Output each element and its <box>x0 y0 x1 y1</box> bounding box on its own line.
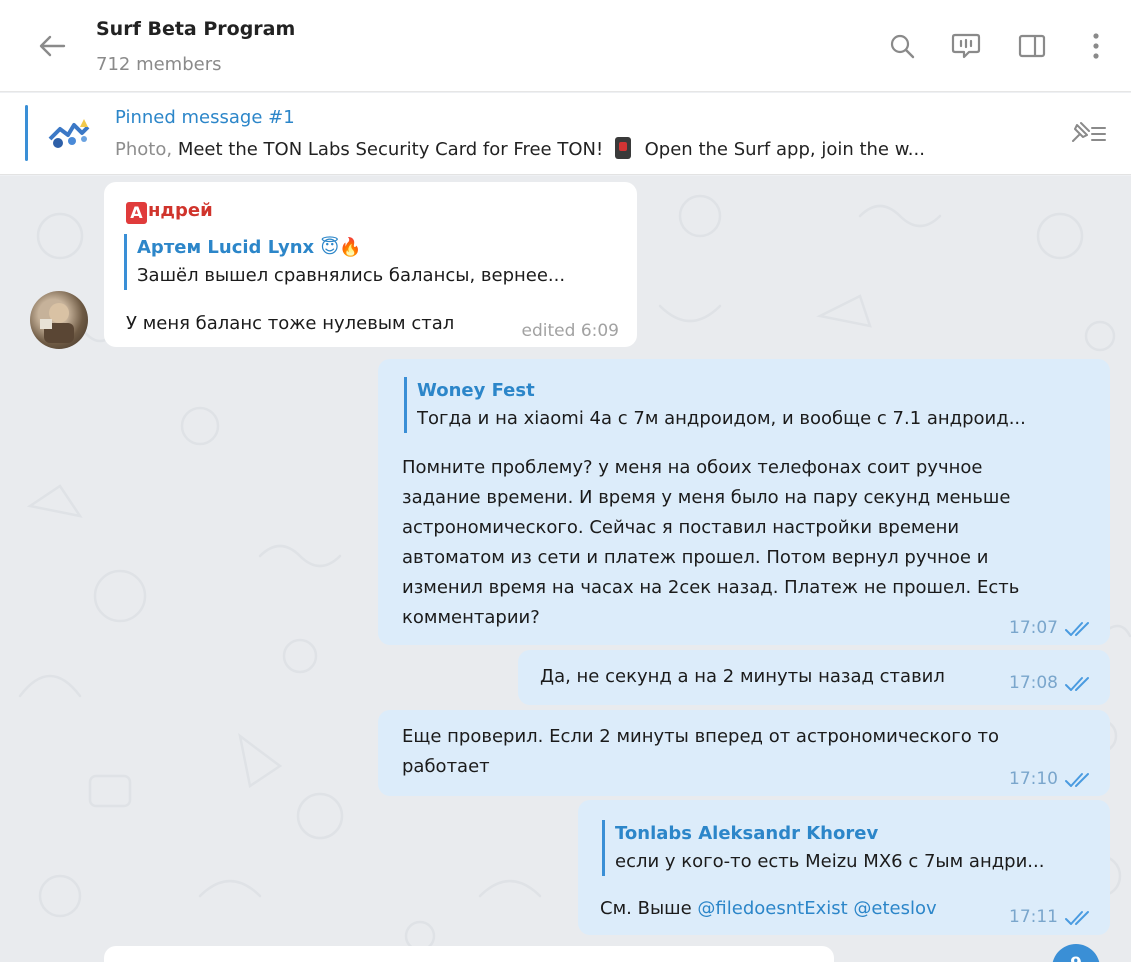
chat-title[interactable]: Surf Beta Program <box>96 18 295 40</box>
message-time: 17:11 <box>1009 907 1058 927</box>
incoming-message[interactable]: Андрей Артем Lucid Lynx 😇🔥 Зашёл вышел с… <box>104 182 637 347</box>
reply-author: Woney Fest <box>417 380 535 401</box>
telegram-window: Surf Beta Program 712 members Pinned mes… <box>0 0 1131 962</box>
pinned-accent-bar <box>25 105 28 161</box>
sidebar-toggle-button[interactable] <box>1014 28 1050 64</box>
more-button[interactable] <box>1078 28 1114 64</box>
chat-header: Surf Beta Program 712 members <box>0 0 1131 92</box>
reply-text: Зашёл вышел сравнялись балансы, вернее..… <box>137 265 566 286</box>
pinned-text-before: Meet the TON Labs Security Card for Free… <box>177 139 604 160</box>
pinned-text-after: Open the Surf app, join the w... <box>644 139 925 160</box>
message-meta: edited 6:09 <box>521 321 619 341</box>
reply-text: Тогда и на xiaomi 4a c 7м андроидом, и в… <box>417 408 1026 429</box>
outgoing-message[interactable]: Да, не секунд а на 2 минуты назад ставил… <box>518 650 1110 705</box>
message-meta: 17:10 <box>1009 764 1094 795</box>
sender-name-text: ндрей <box>148 200 213 221</box>
security-card-emoji-icon <box>614 137 631 159</box>
pinned-message-bar[interactable]: Pinned message #1 Photo, Meet the TON La… <box>0 93 1131 175</box>
pinned-preview: Photo, Meet the TON Labs Security Card f… <box>115 137 1045 160</box>
double-check-icon <box>1065 676 1089 691</box>
reply-text: если у кого-то есть Meizu MX6 с 7ым андр… <box>615 851 1045 872</box>
message-text: Еще проверил. Если 2 минуты вперед от ас… <box>402 722 999 782</box>
double-check-icon <box>1065 621 1089 636</box>
message-line: работает <box>402 756 490 777</box>
message-meta: 17:08 <box>1009 668 1094 699</box>
message-line: комментарии? <box>402 607 540 628</box>
message-text-prefix: См. Выше <box>600 898 698 919</box>
double-check-icon <box>1065 910 1089 925</box>
message-text: Помните проблему? у меня на обоих телефо… <box>402 453 1092 633</box>
pinned-list-button[interactable] <box>1068 115 1108 151</box>
discussion-icon <box>951 33 981 59</box>
reply-preview[interactable]: Tonlabs Aleksandr Khorev если у кого-то … <box>602 820 1092 876</box>
message-time: 17:08 <box>1009 673 1058 693</box>
reply-author: Tonlabs Aleksandr Khorev <box>615 823 879 844</box>
reply-preview[interactable]: Woney Fest Тогда и на xiaomi 4a c 7м анд… <box>404 377 1094 433</box>
message-line: Помните проблему? у меня на обоих телефо… <box>402 457 983 478</box>
back-arrow-icon <box>39 35 66 57</box>
message-meta: 17:11 <box>1009 902 1094 933</box>
message-composer[interactable] <box>104 946 834 962</box>
message-text: См. Выше @filedoesntExist @eteslov <box>600 893 937 924</box>
pin-list-icon <box>1072 122 1106 142</box>
message-line: задание времени. И время у меня было на … <box>402 487 1011 508</box>
search-button[interactable] <box>884 28 920 64</box>
message-line: астрономического. Сейчас я поставил наст… <box>402 517 960 538</box>
message-text: У меня баланс тоже нулевым стал <box>126 313 455 334</box>
mention-link[interactable]: @filedoesntExist <box>697 898 847 919</box>
mention-link[interactable]: @eteslov <box>853 898 936 919</box>
sender-badge: А <box>126 202 147 224</box>
back-button[interactable] <box>34 28 70 64</box>
pinned-media-label: Photo, <box>115 139 173 160</box>
outgoing-message[interactable]: Еще проверил. Если 2 минуты вперед от ас… <box>378 710 1110 796</box>
members-count[interactable]: 712 members <box>96 54 222 75</box>
more-vertical-icon <box>1093 33 1099 59</box>
pinned-title: Pinned message #1 <box>115 107 295 128</box>
double-check-icon <box>1065 772 1089 787</box>
message-time: 17:07 <box>1009 618 1058 638</box>
outgoing-message[interactable]: Tonlabs Aleksandr Khorev если у кого-то … <box>578 800 1110 935</box>
message-line: автоматом из сети и платеж прошел. Потом… <box>402 547 989 568</box>
avatar-image <box>40 303 74 343</box>
pinned-photo-thumbnail <box>44 111 96 157</box>
sender-name[interactable]: Андрей <box>126 196 213 225</box>
message-time: 17:10 <box>1009 769 1058 789</box>
message-line: Еще проверил. Если 2 минуты вперед от ас… <box>402 726 999 747</box>
message-line: изменил время на часах на 2сек назад. Пл… <box>402 577 1020 598</box>
reply-preview[interactable]: Артем Lucid Lynx 😇🔥 Зашёл вышел сравняли… <box>124 234 624 290</box>
message-text: Да, не секунд а на 2 минуты назад ставил <box>540 666 945 687</box>
message-list[interactable]: Андрей Артем Lucid Lynx 😇🔥 Зашёл вышел с… <box>0 176 1131 962</box>
message-meta: 17:07 <box>1009 613 1094 644</box>
avatar[interactable] <box>30 291 88 349</box>
reply-author: Артем Lucid Lynx 😇🔥 <box>137 237 362 258</box>
sidebar-toggle-icon <box>1018 34 1046 58</box>
discussion-button[interactable] <box>948 28 984 64</box>
search-icon <box>890 34 915 59</box>
outgoing-message[interactable]: Woney Fest Тогда и на xiaomi 4a c 7м анд… <box>378 359 1110 645</box>
